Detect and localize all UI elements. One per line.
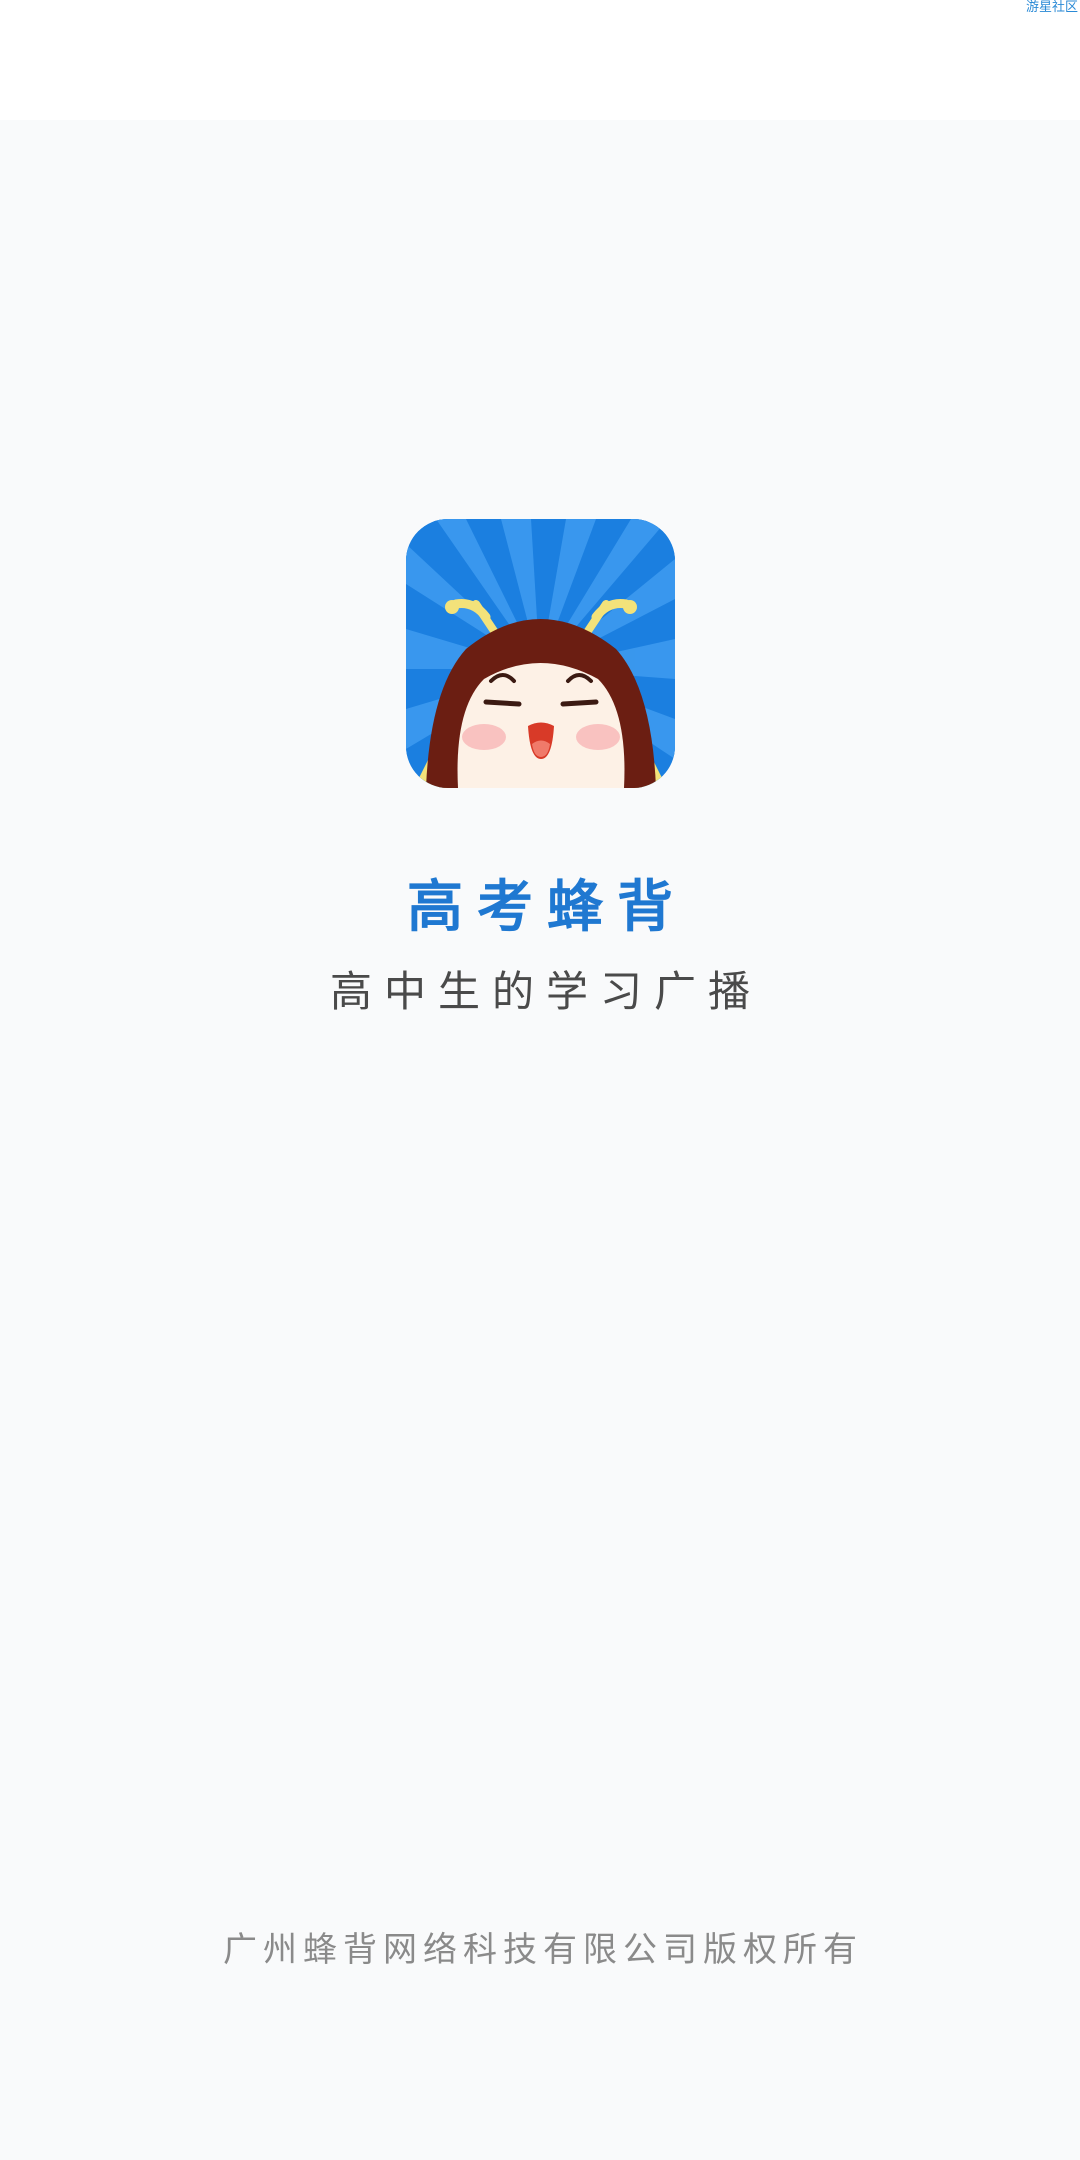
copyright-text: 广州蜂背网络科技有限公司版权所有 <box>223 1930 863 1970</box>
app-slogan: 高中生的学习广播 <box>329 967 762 1016</box>
app-title: 高考蜂背 <box>407 875 687 940</box>
bee-mascot-icon <box>406 519 675 788</box>
watermark-text: 游星社区 <box>1025 0 1078 15</box>
status-bar: 游星社区 <box>0 0 1080 120</box>
